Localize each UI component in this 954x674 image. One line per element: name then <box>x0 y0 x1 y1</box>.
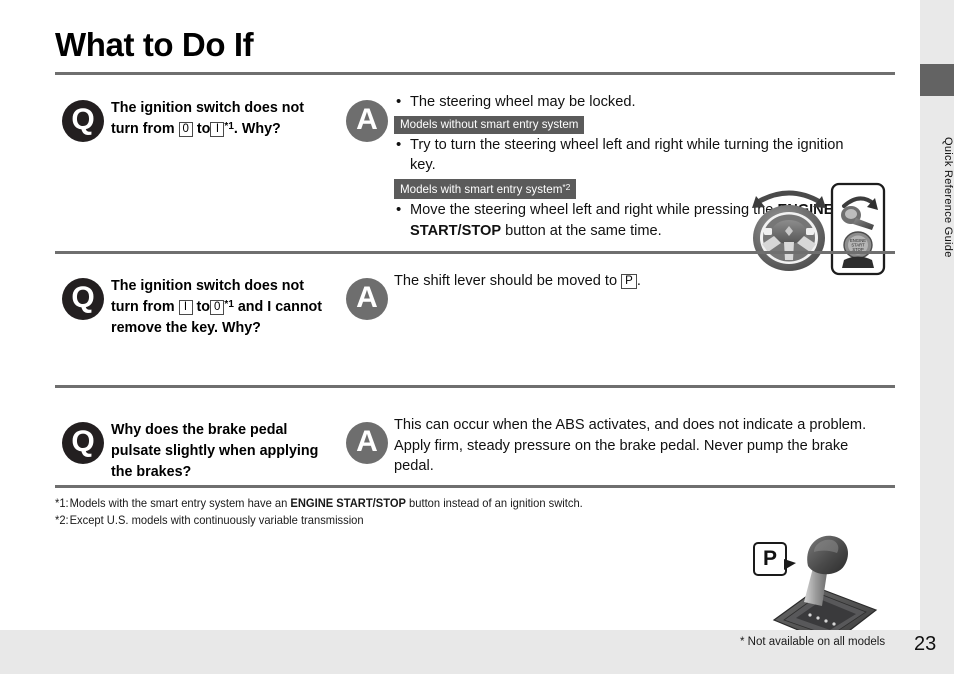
footnote-2: *2:Except U.S. models with continuously … <box>55 512 583 529</box>
question-badge: Q <box>62 100 104 142</box>
footnote-2-pre: Except U.S. models with continuously var… <box>69 513 364 528</box>
answer-badge: A <box>346 100 388 142</box>
footnote-1-label: *1: <box>55 496 69 510</box>
footnotes: *1:Models with the smart entry system ha… <box>55 495 583 529</box>
chip-models-without-smart-entry: Models without smart entry system <box>394 115 585 134</box>
row1-divider <box>55 251 895 254</box>
ignition-key-from-icon: I <box>178 300 193 316</box>
chip-footnote-mark: *2 <box>562 182 571 193</box>
p-callout-bubble: P <box>753 542 796 576</box>
document-page: Quick Reference Guide What to Do If Q Th… <box>0 0 954 674</box>
answer-bullet-2: Try to turn the steering wheel left and … <box>394 134 864 176</box>
question-line-c: Why? <box>241 121 281 138</box>
answer-post: . <box>636 273 641 289</box>
ignition-key-from-icon: 0 <box>178 122 193 138</box>
question-line-b: pulsate slightly when <box>111 443 256 460</box>
chip-models-with-smart-entry: Models with smart entry system*2 <box>394 179 577 200</box>
question-line-a: Why does the brake pedal <box>111 422 288 438</box>
ignition-key-to-icon: 0 <box>210 300 225 316</box>
page-number: 23 <box>914 633 937 655</box>
answer-text-3: This can occur when the ABS activates, a… <box>394 417 867 475</box>
question-text-2: The ignition switch does not turn from I… <box>111 276 326 339</box>
row2-divider <box>55 385 895 388</box>
question-line-a: The ignition switch does <box>111 278 278 294</box>
answer-badge: A <box>346 278 388 320</box>
steering-wheel-smart-entry-illustration: ENGINE START STOP <box>748 180 888 278</box>
shift-position-p-icon: P <box>621 274 637 289</box>
footnote-mark-1: *1 <box>224 121 234 133</box>
side-tab-label: Quick Reference Guide <box>942 136 954 258</box>
side-tab-marker <box>920 64 954 96</box>
question-line-a: The ignition switch does <box>111 100 278 116</box>
footnote-1-bold: ENGINE START/STOP <box>290 496 406 510</box>
title-divider <box>55 72 895 75</box>
footer-note: * Not available on all models <box>740 636 886 648</box>
bullet3-pre: Move the steering wheel left and right w… <box>410 202 774 219</box>
question-text-3: Why does the brake pedal pulsate slightl… <box>111 420 326 483</box>
answer-bullet-1: The steering wheel may be locked. <box>394 91 864 113</box>
footnote-1-post: button instead of an ignition switch. <box>405 496 583 510</box>
question-text-1: The ignition switch does not turn from 0… <box>111 98 326 140</box>
question-line-d: key. Why? <box>191 320 261 337</box>
bullet3-post: button at the same time. <box>505 222 662 239</box>
question-line-b-mid: to <box>196 121 211 138</box>
answer-bullet-list-2: Try to turn the steering wheel left and … <box>394 134 864 176</box>
question-badge: Q <box>62 278 104 320</box>
page-title: What to Do If <box>55 26 254 63</box>
p-callout-label: P <box>762 547 777 570</box>
ignition-key-to-icon: I <box>210 122 225 138</box>
question-line-b-mid: to <box>196 299 211 316</box>
answer-pre: The shift lever should be moved to <box>394 273 618 289</box>
chip-label: Models with smart entry system <box>400 183 563 197</box>
answer-bullet-list: The steering wheel may be locked. <box>394 91 864 113</box>
footnote-1: *1:Models with the smart entry system ha… <box>55 495 583 512</box>
answer-text-2: The shift lever should be moved to P. <box>394 271 734 292</box>
footnote-2-label: *2: <box>55 513 69 528</box>
question-badge: Q <box>62 422 104 464</box>
question-line-b-post: . <box>233 121 238 138</box>
answer-badge: A <box>346 422 388 464</box>
footnote-1-pre: Models with the smart entry system have … <box>69 496 291 510</box>
footnote-mark-1: *1 <box>224 299 234 311</box>
row3-divider <box>55 485 895 488</box>
